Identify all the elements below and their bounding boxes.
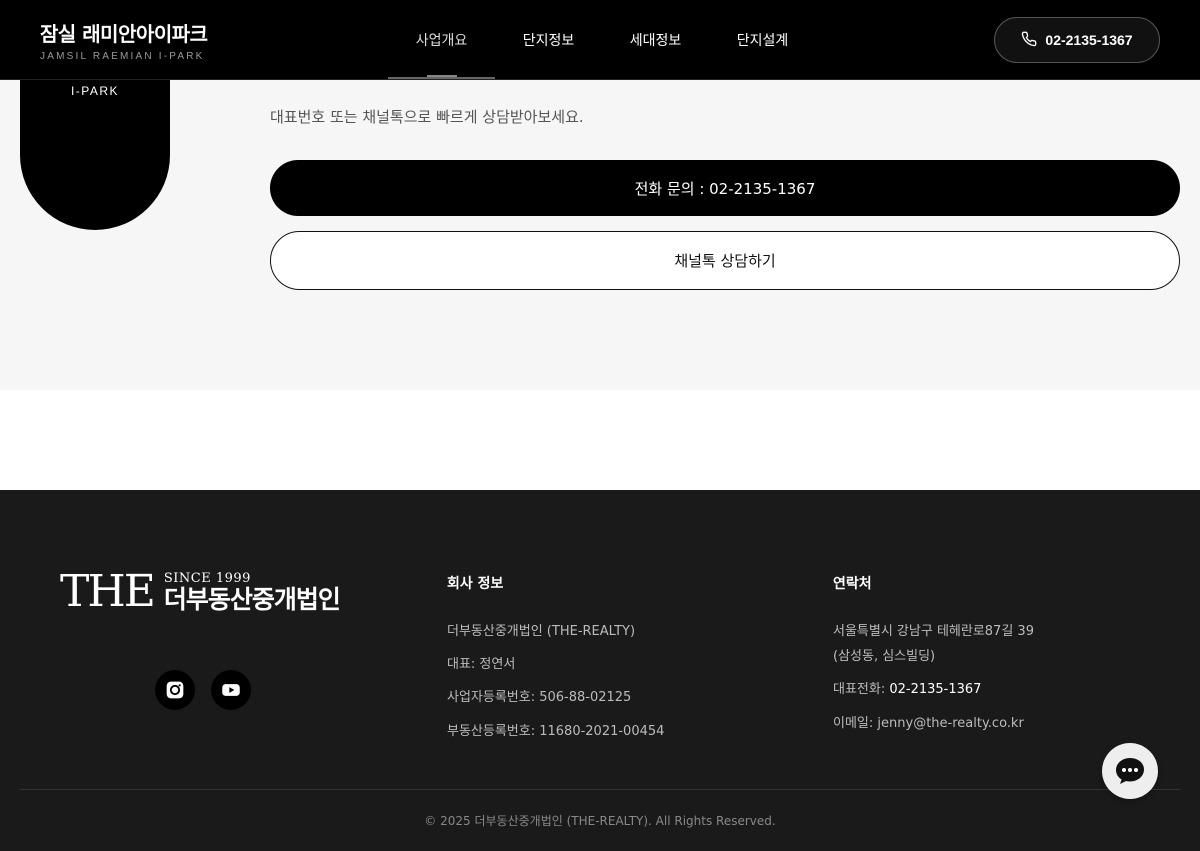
nav-item-overview[interactable]: 사업개요 (388, 0, 495, 80)
footer-phone-line: 대표전화: 02-2135-1367 (833, 678, 981, 697)
header-phone-button[interactable]: 02-2135-1367 (994, 17, 1160, 63)
nav-item-label: 사업개요 (415, 33, 468, 49)
company-logo: THE SINCE 1999 더부동산중개법인 (60, 566, 341, 617)
consult-description: 대표번호 또는 채널톡으로 빠르게 상담받아보세요. (270, 108, 584, 126)
nav-item-label: 단지설계 (736, 33, 789, 49)
email-link[interactable]: jenny@the-realty.co.kr (877, 716, 1023, 731)
address-line-2: (삼성동, 심스빌딩) (833, 649, 936, 664)
badge-label: I-PARK (70, 84, 120, 98)
ceo-line: 대표: 정연서 (447, 657, 516, 672)
footer-divider (20, 789, 1180, 790)
nav-item-complex-design[interactable]: 단지설계 (709, 0, 816, 80)
contact-title: 연락처 (833, 576, 872, 592)
address-line-1: 서울특별시 강남구 테헤란로87길 39 (833, 624, 1034, 639)
company-info-title: 회사 정보 (447, 576, 504, 592)
nav-item-label: 단지정보 (522, 33, 575, 49)
chat-icon[interactable] (1102, 743, 1158, 799)
main-nav: 사업개요 단지정보 세대정보 단지설계 (388, 0, 816, 80)
phone-icon (1021, 31, 1037, 50)
nav-item-label: 세대정보 (629, 33, 682, 49)
consult-section: I-PARK 대표번호 또는 채널톡으로 빠르게 상담받아보세요. 전화 문의 … (0, 80, 1200, 390)
brand-title: 잠실 래미안아이파크 (40, 22, 208, 46)
active-indicator (427, 75, 457, 77)
company-name-line: 더부동산중개법인 (THE-REALTY) (447, 624, 636, 639)
logo-company-name: 더부동산중개법인 (163, 585, 341, 614)
realty-number-line: 부동산등록번호: 11680-2021-00454 (447, 724, 665, 739)
nav-item-complex-info[interactable]: 단지정보 (495, 0, 602, 80)
phone-label: 대표전화: (833, 682, 890, 697)
email-label: 이메일: (833, 716, 878, 731)
logo-since: SINCE 1999 (163, 571, 251, 586)
brand-logo[interactable]: 잠실 래미안아이파크 JAMSIL RAEMIAN I-PARK (40, 18, 208, 62)
logo-the: THE (60, 566, 156, 617)
site-header: 잠실 래미안아이파크 JAMSIL RAEMIAN I-PARK 사업개요 단지… (0, 0, 1200, 80)
youtube-icon[interactable] (211, 670, 251, 710)
call-inquiry-button[interactable]: 전화 문의 : 02-2135-1367 (270, 160, 1180, 216)
business-number-line: 사업자등록번호: 506-88-02125 (447, 690, 632, 705)
ipark-badge: I-PARK (20, 80, 170, 230)
footer-phone-link[interactable]: 02-2135-1367 (889, 682, 981, 697)
header-phone-number: 02-2135-1367 (1045, 32, 1133, 48)
email-line: 이메일: jenny@the-realty.co.kr (833, 712, 1024, 731)
brand-subtitle: JAMSIL RAEMIAN I-PARK (40, 51, 205, 62)
instagram-icon[interactable] (155, 670, 195, 710)
channel-talk-button[interactable]: 채널톡 상담하기 (270, 231, 1180, 290)
nav-item-unit-info[interactable]: 세대정보 (602, 0, 709, 80)
site-footer: THE SINCE 1999 더부동산중개법인 회사 정보 더부동산중개법인 (… (0, 490, 1200, 851)
copyright: © 2025 더부동산중개법인 (THE-REALTY). All Rights… (424, 814, 776, 828)
